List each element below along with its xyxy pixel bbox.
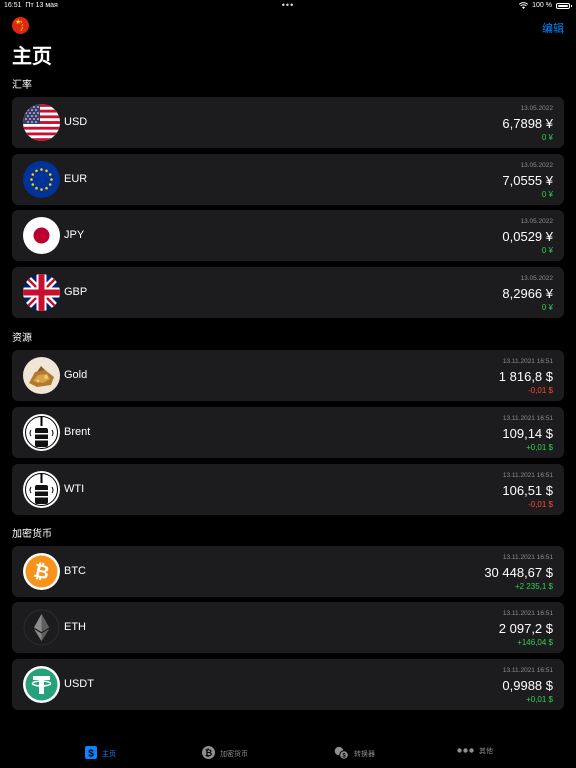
edit-button[interactable]: 编辑	[542, 20, 564, 36]
oil-barrel-icon	[23, 414, 60, 451]
resource-card-gold[interactable]: Gold 13.11.2021 16:51 1 816,8 $ -0,01 $	[12, 350, 564, 401]
asset-date: 13.11.2021 16:51	[502, 472, 553, 479]
asset-name: EUR	[64, 173, 88, 185]
rate-card-gbp[interactable]: GBP 13.05.2022 8,2966 ¥ 0 ¥	[12, 267, 564, 318]
crypto-card-eth[interactable]: ETH 13.11.2021 16:51 2 097,2 $ +146,04 $	[12, 602, 564, 653]
asset-name: BTC	[64, 565, 86, 577]
status-bar: 16:51 Пт 13 мая ••• 100 %	[0, 0, 576, 12]
tab-label: 其他	[479, 748, 493, 755]
oil-barrel-icon	[23, 471, 60, 508]
status-right: 100 %	[519, 2, 572, 9]
asset-change: +0,01 $	[526, 695, 553, 704]
resource-card-wti[interactable]: WTI 13.11.2021 16:51 106,51 $ -0,01 $	[12, 464, 564, 515]
tab-label: 加密货币	[220, 750, 248, 758]
converter-icon: $	[334, 746, 349, 762]
section-title-resources: 资源	[12, 333, 32, 344]
asset-date: 13.05.2022	[520, 275, 553, 282]
crypto-card-btc[interactable]: ₿ BTC 13.11.2021 16:51 30 448,67 $ +2 23…	[12, 546, 564, 597]
asset-value: 0,0529 ¥	[502, 229, 553, 244]
asset-value: 7,0555 ¥	[502, 173, 553, 188]
asset-change: +146,04 $	[517, 638, 553, 647]
asset-change: 0 ¥	[541, 190, 553, 199]
tab-label: 转换器	[354, 751, 375, 758]
asset-name: JPY	[64, 229, 85, 241]
asset-value: 106,51 $	[502, 483, 553, 498]
gold-icon	[23, 357, 60, 394]
asset-date: 13.05.2022	[520, 218, 553, 225]
asset-value: 1 816,8 $	[498, 369, 553, 384]
asset-name: ETH	[64, 621, 86, 633]
status-time: 16:51 Пт 13 мая	[4, 2, 58, 9]
asset-date: 13.11.2021 16:51	[502, 610, 553, 617]
asset-name: USDT	[64, 678, 94, 690]
bitcoin-icon: ₿	[23, 553, 60, 590]
asset-name: Gold	[64, 369, 88, 381]
asset-change: 0 ¥	[541, 303, 553, 312]
us-flag-icon	[23, 104, 60, 141]
jp-flag-icon	[23, 217, 60, 254]
multitasking-dots[interactable]: •••	[282, 0, 294, 10]
asset-value: 109,14 $	[502, 426, 553, 441]
resource-card-brent[interactable]: Brent 13.11.2021 16:51 109,14 $ +0,01 $	[12, 407, 564, 458]
section-title-rates: 汇率	[12, 80, 32, 91]
asset-date: 13.05.2022	[520, 162, 553, 169]
asset-date: 13.11.2021 16:51	[502, 415, 553, 422]
rate-card-usd[interactable]: USD 13.05.2022 6,7898 ¥ 0 ¥	[12, 97, 564, 148]
tether-icon	[23, 666, 60, 703]
asset-change: -0,01 $	[528, 500, 553, 509]
asset-change: +0,01 $	[526, 443, 553, 452]
ethereum-icon	[23, 609, 60, 646]
asset-change: +2 235,1 $	[514, 582, 553, 591]
battery-icon	[556, 2, 572, 9]
rate-card-jpy[interactable]: JPY 13.05.2022 0,0529 ¥ 0 ¥	[12, 210, 564, 261]
crypto-card-usdt[interactable]: USDT 13.11.2021 16:51 0,9988 $ +0,01 $	[12, 659, 564, 710]
asset-date: 13.11.2021 16:51	[502, 667, 553, 674]
more-icon	[457, 747, 474, 755]
asset-value: 8,2966 ¥	[502, 286, 553, 301]
tab-converter[interactable]: $ 转换器	[334, 746, 375, 762]
asset-value: 30 448,67 $	[484, 565, 553, 580]
asset-name: Brent	[64, 426, 91, 438]
china-flag-icon[interactable]: ★ ★ ★ ★ ★	[12, 17, 29, 34]
rate-card-eur[interactable]: EUR 13.05.2022 7,0555 ¥ 0 ¥	[12, 154, 564, 205]
asset-date: 13.11.2021 16:51	[502, 554, 553, 561]
tab-home[interactable]: $ 主页	[85, 746, 116, 761]
asset-name: GBP	[64, 286, 88, 298]
asset-name: USD	[64, 116, 88, 128]
tab-label: 主页	[102, 750, 116, 758]
asset-value: 2 097,2 $	[498, 621, 553, 636]
page-title: 主页	[12, 46, 52, 68]
bitcoin-coin-icon: ₿	[202, 746, 215, 761]
asset-name: WTI	[64, 483, 85, 495]
wifi-icon	[519, 2, 529, 9]
asset-change: 0 ¥	[541, 246, 553, 255]
eu-flag-icon	[23, 161, 60, 198]
asset-date: 13.11.2021 16:51	[502, 358, 553, 365]
asset-value: 6,7898 ¥	[502, 116, 553, 131]
asset-change: 0 ¥	[541, 133, 553, 142]
tab-crypto[interactable]: ₿ 加密货币	[202, 746, 248, 761]
dollar-icon: $	[85, 746, 97, 761]
gb-flag-icon	[23, 274, 60, 311]
tab-bar: $ 主页 ₿ 加密货币 $ 转换器 其他	[0, 738, 576, 768]
battery-label: 100 %	[532, 2, 552, 9]
asset-value: 0,9988 $	[502, 678, 553, 693]
section-title-crypto: 加密货币	[12, 529, 52, 540]
tab-more[interactable]: 其他	[457, 746, 493, 756]
asset-change: -0,01 $	[528, 386, 553, 395]
svg-text:$: $	[88, 749, 94, 760]
asset-date: 13.05.2022	[520, 105, 553, 112]
svg-text:₿: ₿	[205, 748, 212, 758]
